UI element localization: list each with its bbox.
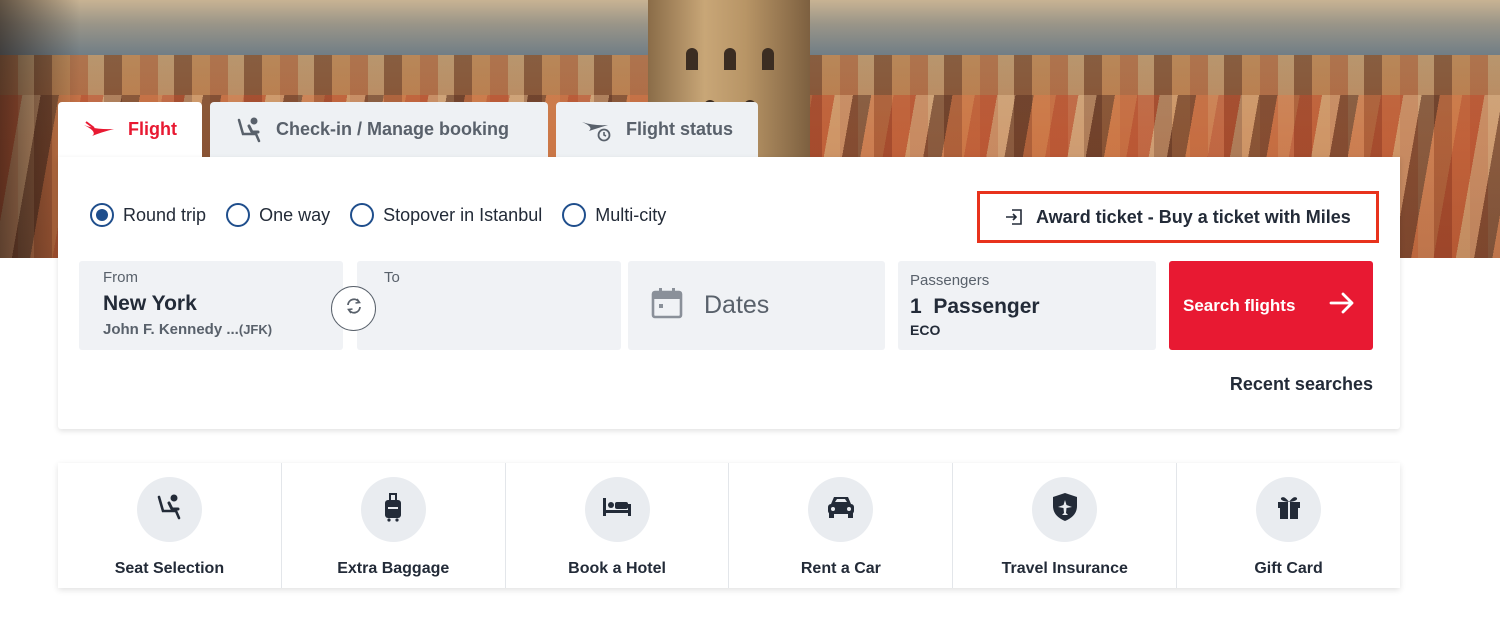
passengers-field[interactable]: Passengers 1 Passenger ECO <box>898 261 1156 350</box>
recent-searches-link[interactable]: Recent searches <box>1230 374 1373 395</box>
arrow-right-icon <box>1328 289 1356 322</box>
swap-icon <box>344 296 364 321</box>
booking-tabs: Flight Check-in / Manage booking Flight … <box>58 102 758 157</box>
radio-button-checked[interactable] <box>90 203 114 227</box>
service-rent-car[interactable]: Rent a Car <box>729 463 954 588</box>
sign-in-icon <box>1004 207 1024 227</box>
radio-multi-city[interactable]: Multi-city <box>562 203 666 227</box>
service-label: Seat Selection <box>114 560 225 577</box>
passengers-count: 1 Passenger <box>910 295 1040 318</box>
tab-flight-status[interactable]: Flight status <box>556 102 758 157</box>
award-ticket-label: Award ticket - Buy a ticket with Miles <box>1036 206 1351 227</box>
award-ticket-link[interactable]: Award ticket - Buy a ticket with Miles <box>977 191 1379 243</box>
service-book-hotel[interactable]: Book a Hotel <box>506 463 730 588</box>
radio-label: Stopover in Istanbul <box>383 204 543 225</box>
search-flights-label: Search flights <box>1183 295 1296 315</box>
dates-field[interactable]: Dates <box>628 261 885 350</box>
radio-label: Multi-city <box>595 204 667 225</box>
from-airport-code: (JFK) <box>238 322 273 337</box>
radio-button[interactable] <box>226 203 251 227</box>
flight-status-icon <box>580 118 614 142</box>
calendar-icon <box>650 286 684 325</box>
swap-airports-button[interactable] <box>331 286 376 331</box>
radio-round-trip[interactable]: Round trip <box>90 203 206 227</box>
service-label: Gift Card <box>1254 560 1323 577</box>
service-seat-selection[interactable]: Seat Selection <box>58 463 282 588</box>
cabin-class: ECO <box>910 322 941 338</box>
tab-status-label: Flight status <box>626 119 733 139</box>
service-label: Travel Insurance <box>1001 560 1128 577</box>
to-label: To <box>384 269 400 286</box>
radio-button[interactable] <box>562 203 587 227</box>
bed-icon <box>601 496 633 523</box>
service-label: Rent a Car <box>800 560 881 577</box>
tab-flight[interactable]: Flight <box>58 102 202 157</box>
from-field[interactable]: From New York John F. Kennedy ...(JFK) <box>79 261 343 350</box>
seat-icon <box>154 493 184 526</box>
service-extra-baggage[interactable]: Extra Baggage <box>282 463 506 588</box>
seat-icon <box>234 116 264 144</box>
service-gift-card[interactable]: Gift Card <box>1177 463 1400 588</box>
radio-button[interactable] <box>350 203 375 227</box>
radio-label: One way <box>259 204 331 225</box>
search-flights-button[interactable]: Search flights <box>1169 261 1373 350</box>
passengers-label: Passengers <box>910 272 990 289</box>
services-bar: Seat Selection Extra Baggage Book a Hote… <box>58 463 1400 588</box>
to-field[interactable]: To <box>357 261 621 350</box>
from-label: From <box>103 269 138 286</box>
from-airport: John F. Kennedy ...(JFK) <box>103 321 273 338</box>
service-travel-insurance[interactable]: Travel Insurance <box>953 463 1178 588</box>
radio-label: Round trip <box>123 204 207 225</box>
dates-placeholder: Dates <box>704 291 770 319</box>
plane-icon <box>82 120 116 139</box>
radio-one-way[interactable]: One way <box>226 203 330 227</box>
tab-checkin-manage[interactable]: Check-in / Manage booking <box>210 102 548 157</box>
radio-stopover-istanbul[interactable]: Stopover in Istanbul <box>350 203 542 227</box>
service-label: Book a Hotel <box>568 560 666 577</box>
from-city: New York <box>103 292 197 315</box>
shield-plane-icon <box>1051 491 1079 528</box>
trip-type-options: Round trip One way Stopover in Istanbul … <box>90 203 686 227</box>
service-label: Extra Baggage <box>337 560 450 577</box>
car-icon <box>825 494 857 525</box>
tab-checkin-label: Check-in / Manage booking <box>276 119 510 139</box>
baggage-icon <box>382 492 404 527</box>
gift-icon <box>1275 493 1303 526</box>
tab-flight-label: Flight <box>128 119 177 139</box>
